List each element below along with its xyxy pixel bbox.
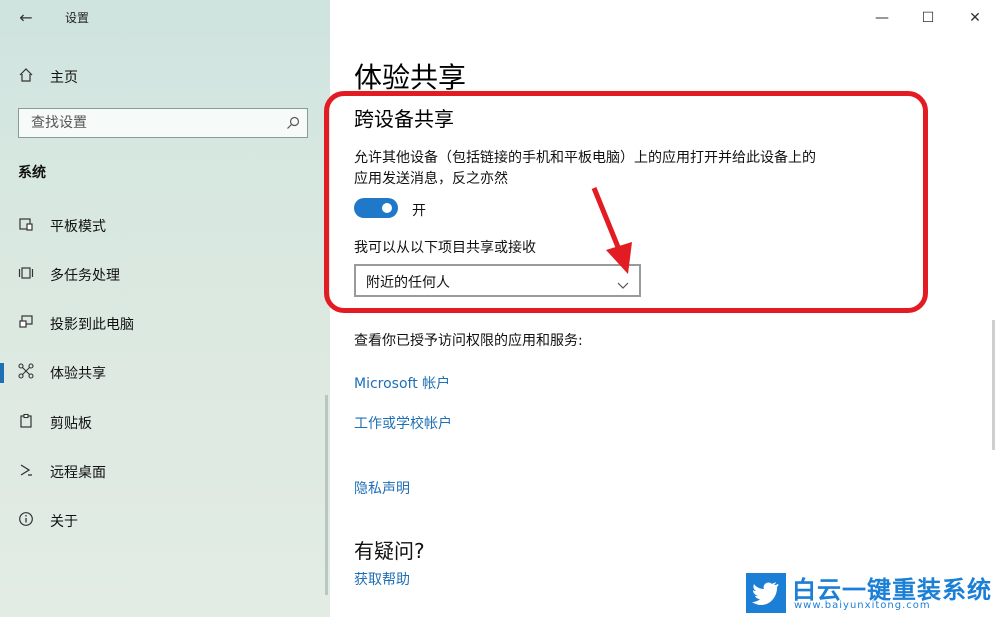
remote-desktop-icon xyxy=(16,462,36,482)
title-bar: ← 设置 xyxy=(0,0,330,34)
project-to-pc-icon xyxy=(16,314,36,334)
multitasking-icon xyxy=(16,265,36,285)
share-scope-dropdown[interactable]: 附近的任何人 xyxy=(354,264,641,297)
sidebar-item-label: 远程桌面 xyxy=(50,465,106,481)
share-from-label: 我可以从以下项目共享或接收 xyxy=(354,240,536,256)
close-icon: ✕ xyxy=(969,10,981,26)
maximize-button[interactable]: ☐ xyxy=(913,6,943,30)
section-description: 允许其他设备（包括链接的手机和平板电脑）上的应用打开并给此设备上的应用发送消息，… xyxy=(354,150,816,187)
dropdown-selected-value: 附近的任何人 xyxy=(366,275,450,291)
shared-experiences-icon xyxy=(16,363,36,383)
get-help-link[interactable]: 获取帮助 xyxy=(354,569,410,589)
sidebar-item-label: 平板模式 xyxy=(50,219,106,235)
sidebar-item-label: 体验共享 xyxy=(50,366,106,382)
sidebar-item-home[interactable]: 主页 xyxy=(0,60,330,94)
search-input[interactable] xyxy=(29,114,283,132)
main-panel: — ☐ ✕ 体验共享 跨设备共享 允许其他设备（包括链接的手机和平板电脑）上的应… xyxy=(324,0,1000,617)
watermark: 白云一键重装系统 www.baiyunxitong.com xyxy=(746,570,996,614)
sidebar-item-label: 投影到此电脑 xyxy=(50,317,134,333)
privacy-statement-link[interactable]: 隐私声明 xyxy=(354,478,410,498)
minimize-icon: — xyxy=(875,10,889,26)
main-scrollbar[interactable] xyxy=(992,320,995,450)
back-button[interactable]: ← xyxy=(14,6,38,28)
work-school-account-link[interactable]: 工作或学校帐户 xyxy=(354,413,452,433)
sidebar-item-multitasking[interactable]: 多任务处理 xyxy=(0,257,328,293)
sidebar-item-project[interactable]: 投影到此电脑 xyxy=(0,306,328,342)
info-icon xyxy=(16,511,36,531)
sidebar-item-label: 关于 xyxy=(50,514,78,530)
microsoft-account-link[interactable]: Microsoft 帐户 xyxy=(354,373,450,393)
close-button[interactable]: ✕ xyxy=(960,6,990,30)
watermark-url: www.baiyunxitong.com xyxy=(794,600,931,611)
twitter-bird-logo-icon xyxy=(746,573,786,613)
tablet-mode-icon xyxy=(16,216,36,236)
search-icon xyxy=(285,115,301,131)
minimize-button[interactable]: — xyxy=(867,6,897,30)
home-icon xyxy=(16,67,36,87)
sidebar-item-about[interactable]: 关于 xyxy=(0,503,328,539)
sidebar-item-label: 剪贴板 xyxy=(50,416,92,432)
sidebar-item-label: 多任务处理 xyxy=(50,268,120,284)
page-title: 体验共享 xyxy=(354,61,467,94)
section-title: 跨设备共享 xyxy=(354,107,454,131)
permissions-text: 查看你已授予访问权限的应用和服务: xyxy=(354,333,583,349)
app-title: 设置 xyxy=(65,11,90,25)
sidebar-item-label: 主页 xyxy=(50,70,78,86)
search-field[interactable] xyxy=(18,108,308,138)
sidebar-item-remote-desktop[interactable]: 远程桌面 xyxy=(0,454,328,490)
sidebar: ← 设置 主页 系统 平板模式 多任务处理 投影到此电脑 xyxy=(0,0,330,617)
sidebar-item-shared-experiences[interactable]: 体验共享 xyxy=(0,355,328,391)
back-arrow-icon: ← xyxy=(19,7,33,27)
toggle-knob xyxy=(382,203,392,213)
toggle-state-label: 开 xyxy=(412,203,426,219)
sidebar-item-tablet-mode[interactable]: 平板模式 xyxy=(0,208,328,244)
section-heading: 系统 xyxy=(18,165,46,181)
question-heading: 有疑问? xyxy=(354,539,425,563)
maximize-icon: ☐ xyxy=(921,10,935,26)
annotation-arrow-icon xyxy=(591,187,632,274)
sidebar-item-clipboard[interactable]: 剪贴板 xyxy=(0,405,328,441)
share-across-devices-toggle[interactable] xyxy=(354,198,398,218)
sidebar-scrollbar[interactable] xyxy=(325,395,328,595)
clipboard-icon xyxy=(16,413,36,433)
chevron-down-icon xyxy=(617,275,629,289)
